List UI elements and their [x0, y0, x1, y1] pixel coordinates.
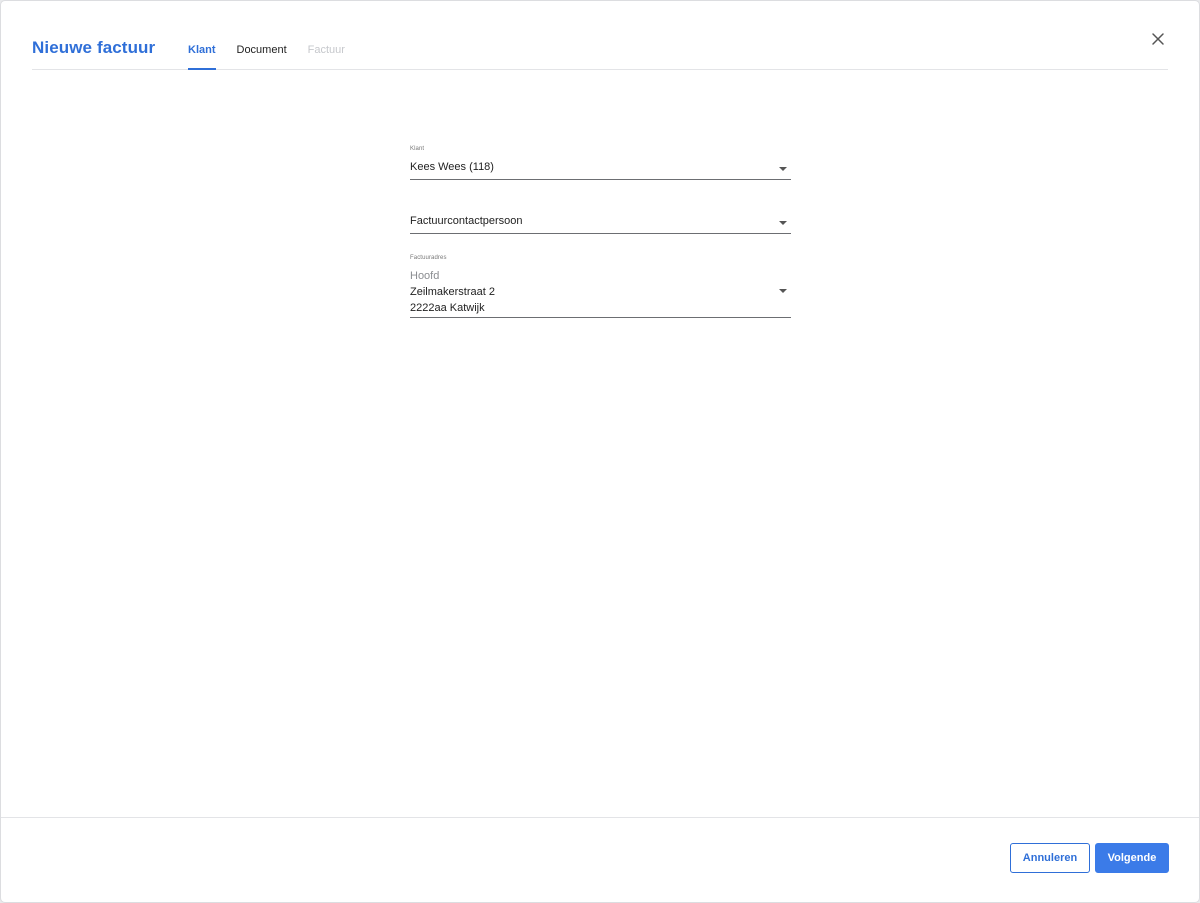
dialog-footer: Annuleren Volgende [1, 817, 1199, 902]
factuuradres-label: Factuuradres [410, 255, 447, 261]
address-street: Zeilmakerstraat 2 [410, 286, 495, 298]
dialog-title: Nieuwe factuur [32, 38, 156, 57]
klant-select[interactable]: Klant Kees Wees (118) [410, 146, 791, 180]
dialog-header: Nieuwe factuur Klant Document Factuur [32, 1, 1168, 70]
chevron-down-icon [779, 221, 787, 225]
factuuradres-select[interactable]: Factuuradres Hoofd Zeilmakerstraat 2 222… [410, 255, 791, 318]
tab-factuur: Factuur [307, 44, 345, 56]
cancel-button[interactable]: Annuleren [1010, 843, 1090, 873]
tab-bar: Klant Document Factuur [188, 1, 366, 70]
klant-value: Kees Wees (118) [410, 161, 494, 173]
address-name: Hoofd [410, 270, 440, 282]
close-icon[interactable] [1148, 29, 1168, 49]
tab-klant[interactable]: Klant [188, 1, 216, 70]
chevron-down-icon [779, 167, 787, 171]
next-button[interactable]: Volgende [1095, 843, 1169, 873]
contactpersoon-placeholder: Factuurcontactpersoon [410, 215, 523, 227]
contactpersoon-select[interactable]: Factuurcontactpersoon [410, 213, 791, 234]
chevron-down-icon [779, 289, 787, 293]
tab-document[interactable]: Document [237, 1, 287, 69]
address-city: 2222aa Katwijk [410, 302, 485, 314]
close-icon-glyph [1152, 33, 1164, 45]
new-invoice-dialog: Nieuwe factuur Klant Document Factuur Kl… [1, 1, 1199, 902]
klant-label: Klant [410, 146, 425, 152]
